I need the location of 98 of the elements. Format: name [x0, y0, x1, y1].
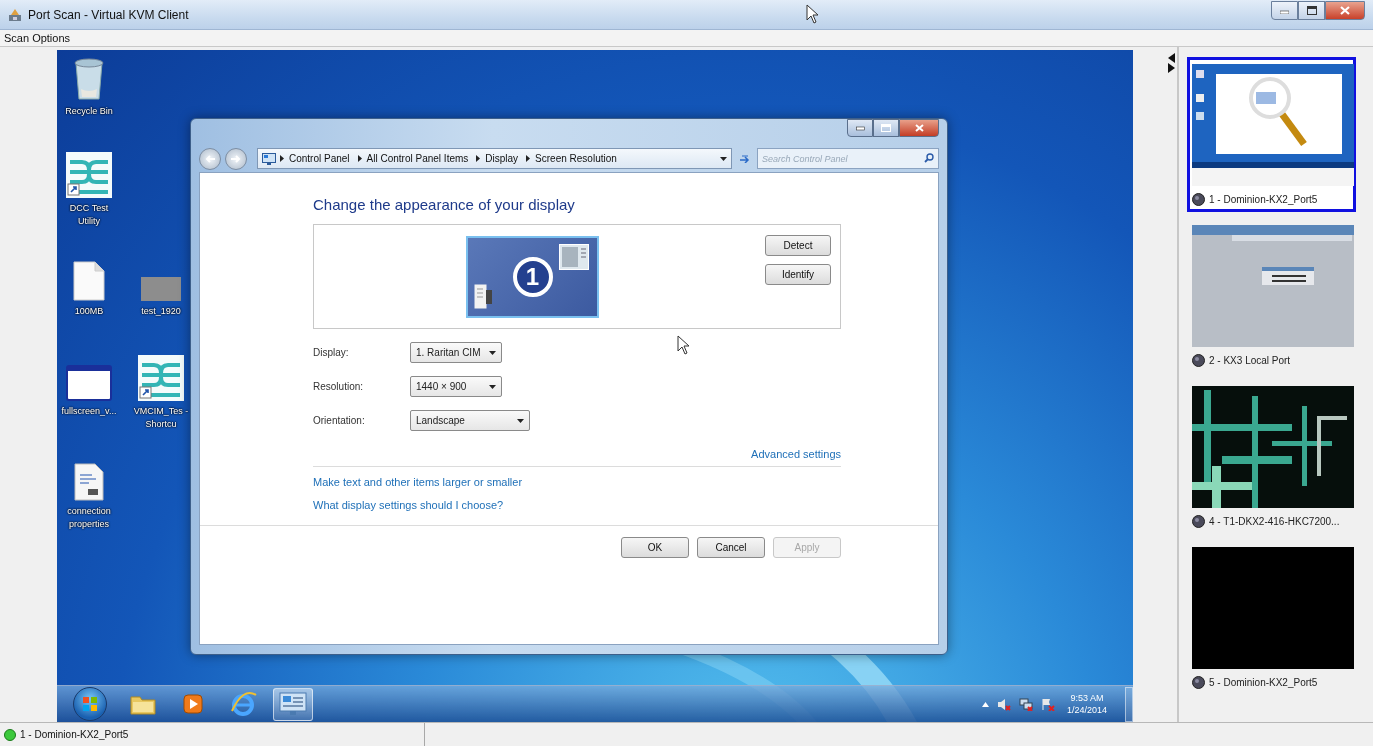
desktop-icon-label[interactable]: connection properties	[59, 505, 119, 531]
refresh-icon	[739, 154, 750, 163]
control-panel-icon	[279, 692, 307, 716]
thumbnail-label: 5 - Dominion-KX2_Port5	[1209, 676, 1318, 688]
desktop-icon-label[interactable]: test_1920	[131, 305, 191, 318]
dialog-button[interactable]: Cancel	[697, 537, 765, 558]
thumbnail-card[interactable]: 1 - Dominion-KX2_Port5	[1187, 57, 1356, 212]
breadcrumb-item[interactable]: Display	[472, 153, 523, 164]
thumbnail-label: 1 - Dominion-KX2_Port5	[1209, 193, 1318, 205]
close-button[interactable]	[1325, 1, 1365, 20]
field-label: Orientation:	[313, 415, 366, 426]
breadcrumb-item[interactable]: Control Panel	[276, 153, 354, 164]
mouse-cursor-icon	[677, 335, 690, 355]
address-bar[interactable]: Control Panel All Control Panel Items Display Screen Resolution	[257, 148, 732, 169]
dropdown-caret-icon	[489, 384, 496, 389]
help-link[interactable]: Make text and other items larger or smaller	[313, 476, 523, 488]
status-dot-icon	[1192, 675, 1205, 689]
window-title: Port Scan - Virtual KVM Client	[28, 7, 189, 22]
mouse-cursor-icon	[806, 4, 819, 24]
breadcrumb-item[interactable]: Screen Resolution	[522, 153, 621, 164]
maximize-icon	[1306, 6, 1317, 15]
monitor-preview[interactable]: 1	[466, 236, 599, 318]
dropdown-caret-icon	[720, 156, 727, 161]
maximize-icon	[881, 124, 891, 132]
back-arrow-icon	[205, 154, 215, 163]
close-icon	[914, 124, 924, 132]
thumbnail-card[interactable]: 5 - Dominion-KX2_Port5	[1187, 540, 1356, 695]
field-label: Display:	[313, 347, 350, 358]
close-button[interactable]	[899, 119, 939, 137]
control-panel-icon	[262, 152, 276, 165]
minimize-icon	[855, 125, 865, 131]
windows-logo-icon	[82, 696, 98, 712]
dropdown[interactable]: 1440 × 900	[410, 376, 502, 397]
start-button[interactable]	[73, 687, 107, 721]
identify-button[interactable]: Identify	[765, 264, 831, 285]
help-link[interactable]: What display settings should I choose?	[313, 499, 504, 511]
close-icon	[1340, 6, 1350, 15]
chevron-icon	[526, 155, 531, 162]
up-arrow-icon[interactable]	[981, 701, 989, 707]
desktop-icon-label[interactable]: Recycle Bin	[59, 105, 119, 118]
maximize-button[interactable]	[1298, 1, 1325, 20]
file-icon	[73, 261, 105, 301]
dropdown-caret-icon	[517, 418, 524, 423]
status-text: 1 - Dominion-KX2_Port5	[20, 729, 129, 740]
status-dot-icon	[1192, 353, 1205, 367]
page-heading: Change the appearance of your display	[313, 196, 576, 215]
dropdown-caret-icon	[489, 350, 496, 355]
desktop-icon-label[interactable]: fullscreen_v...	[59, 405, 119, 418]
recycle-bin-icon	[72, 57, 106, 101]
back-button[interactable]	[199, 147, 221, 170]
network-icon[interactable]	[1018, 697, 1033, 711]
flag-icon[interactable]	[1040, 697, 1055, 711]
app-icon	[8, 7, 22, 22]
chevron-icon	[476, 155, 481, 162]
dropdown[interactable]: Landscape	[410, 410, 530, 431]
thumbnail-card[interactable]: 2 - KX3 Local Port	[1187, 218, 1356, 373]
menu-item[interactable]: Scan Options	[0, 32, 75, 44]
window-icon	[66, 365, 112, 401]
breadcrumb-item[interactable]: All Control Panel Items	[353, 153, 473, 164]
search-field[interactable]: Search Control Panel	[757, 148, 939, 169]
collapse-arrows-icon[interactable]	[1168, 53, 1175, 73]
forward-button[interactable]	[225, 147, 247, 170]
network-app-icon	[66, 152, 112, 198]
monitor-number: 1	[512, 257, 553, 297]
folder-icon	[130, 693, 156, 715]
mini-window-drawing	[474, 284, 492, 310]
mini-window-drawing	[559, 244, 589, 270]
advanced-settings-link[interactable]: Advanced settings	[751, 448, 841, 460]
status-dot-icon	[4, 728, 16, 741]
minimize-button[interactable]	[1271, 1, 1298, 20]
taskbar-button[interactable]	[273, 687, 313, 721]
field-label: Resolution:	[313, 381, 365, 392]
show-desktop-button[interactable]	[1125, 686, 1133, 722]
status-dot-icon	[1192, 192, 1205, 206]
media-player-icon	[183, 694, 203, 714]
desktop-icon-label[interactable]: VMCIM_Tes - Shortcu	[131, 405, 191, 431]
document-icon	[74, 463, 104, 501]
status-dot-icon	[1192, 514, 1205, 528]
chevron-icon	[280, 155, 284, 162]
dropdown[interactable]: 1. Raritan CIM	[410, 342, 502, 363]
thumbnail-label: 2 - KX3 Local Port	[1209, 354, 1291, 366]
network-app-icon	[138, 355, 184, 401]
thumbnail-label: 4 - T1-DKX2-416-HKC7200...	[1209, 515, 1340, 527]
maximize-button[interactable]	[873, 119, 899, 137]
forward-arrow-icon	[231, 154, 241, 163]
browser-icon	[229, 691, 257, 717]
detect-button[interactable]: Detect	[765, 235, 831, 256]
search-icon	[924, 153, 934, 163]
clock[interactable]: 9:53 AM 1/24/2014	[1062, 692, 1111, 716]
desktop-icon-label[interactable]: 100MB	[59, 305, 119, 318]
thumbnail-card[interactable]: 4 - T1-DKX2-416-HKC7200...	[1187, 379, 1356, 534]
chevron-icon	[357, 155, 362, 162]
image-file-icon	[141, 277, 181, 301]
minimize-icon	[1280, 7, 1289, 14]
speaker-icon[interactable]	[996, 697, 1011, 711]
desktop-icon-label[interactable]: DCC Test Utility	[59, 202, 119, 228]
minimize-button[interactable]	[847, 119, 873, 137]
dialog-button[interactable]: OK	[621, 537, 689, 558]
